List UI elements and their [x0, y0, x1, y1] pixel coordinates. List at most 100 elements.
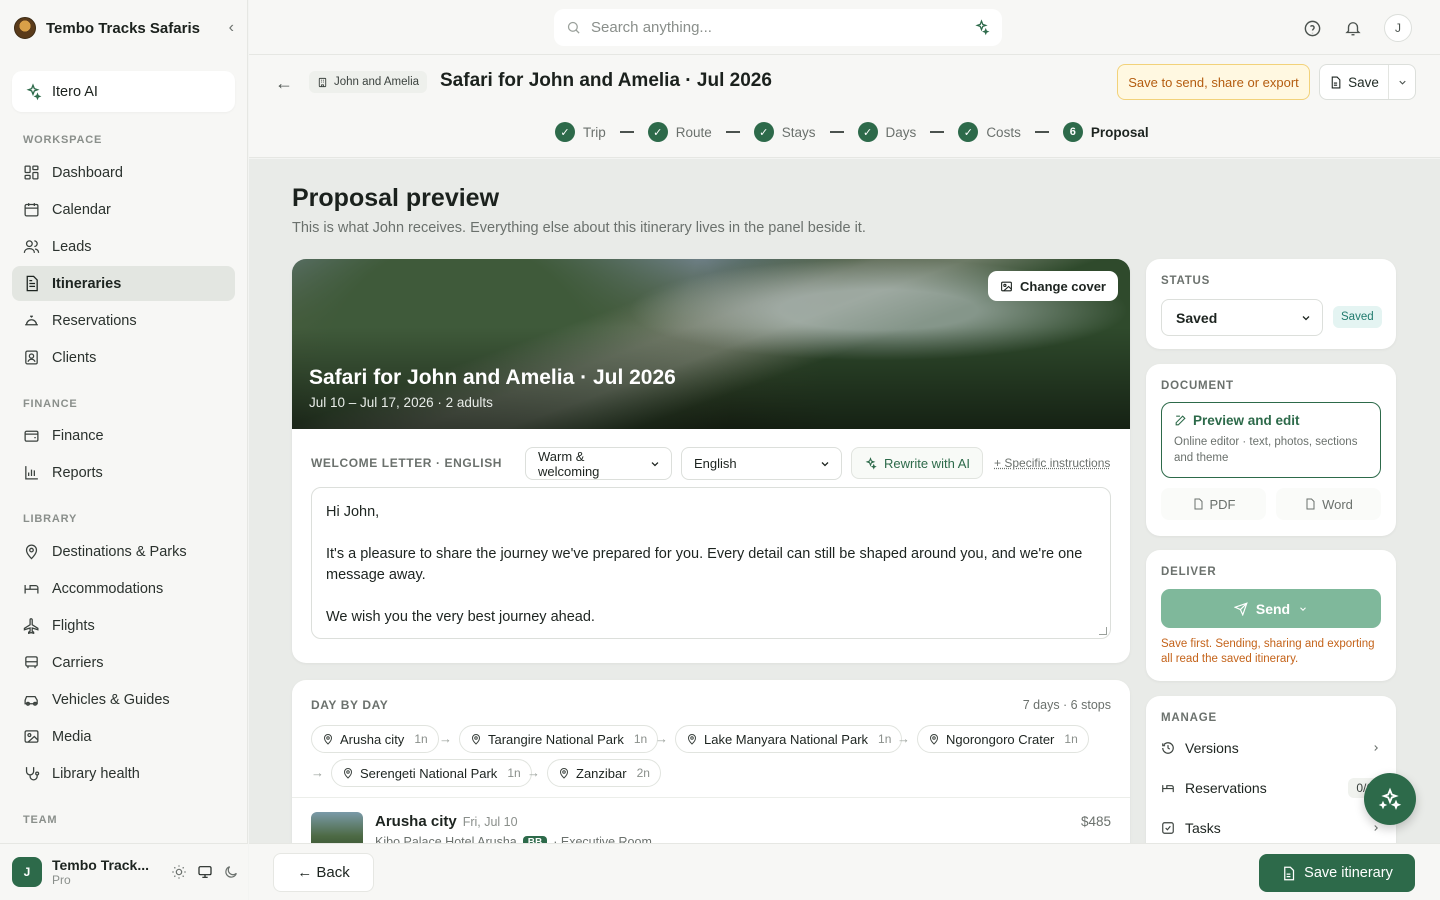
step-stays[interactable]: ✓ Stays	[753, 122, 816, 142]
stop-chip[interactable]: Zanzibar 2n	[547, 759, 661, 787]
steps: ✓ Trip ✓ Route ✓ Stays ✓ Days ✓ Costs 6 Propos…	[555, 122, 1149, 142]
itero-ai-button[interactable]: Itero AI	[12, 71, 235, 112]
avatar[interactable]: J	[12, 857, 42, 887]
stop-nights: 1n	[633, 732, 648, 746]
step-label: Route	[675, 124, 712, 140]
resize-handle-icon[interactable]	[1099, 627, 1107, 635]
reservations-row[interactable]: Reservations 0/6	[1161, 774, 1381, 802]
bus-icon	[25, 656, 38, 669]
step-route[interactable]: ✓ Route	[647, 122, 712, 142]
save-warning-button[interactable]: Save to send, share or export	[1117, 64, 1310, 100]
stop-chip[interactable]: Ngorongoro Crater 1n	[917, 725, 1089, 753]
search-bar[interactable]: Search anything...	[554, 9, 1002, 46]
word-button[interactable]: Word	[1276, 488, 1381, 520]
welcome-letter-textarea[interactable]: Hi John, It's a pleasure to share the jo…	[311, 487, 1111, 639]
check-icon: ✓	[958, 122, 979, 142]
stop-name: Lake Manyara National Park	[704, 731, 869, 747]
sidebar-item-label: Media	[52, 728, 92, 745]
check-icon: ✓	[753, 122, 774, 142]
check-icon: ✓	[647, 122, 668, 142]
collapse-sidebar-icon[interactable]: ‹	[229, 19, 234, 37]
preview-subtitle: Online editor · text, photos, sections a…	[1174, 436, 1358, 464]
stop-chip[interactable]: Lake Manyara National Park 1n	[675, 725, 903, 753]
tasks-row[interactable]: Tasks	[1161, 814, 1381, 842]
stop-chip[interactable]: Arusha city 1n	[311, 725, 439, 753]
bell-icon[interactable]	[1344, 19, 1362, 37]
preview-and-edit-button[interactable]: Preview and edit Online editor · text, p…	[1161, 402, 1381, 478]
sun-icon[interactable]	[171, 864, 187, 880]
status-badge: Saved	[1333, 306, 1382, 328]
stop-name: Ngorongoro Crater	[946, 731, 1055, 747]
sidebar-item-label: Leads	[52, 238, 92, 255]
sidebar-item-flights[interactable]: Flights	[12, 608, 235, 643]
sidebar-item-dashboard[interactable]: Dashboard	[12, 155, 235, 190]
pin-icon	[323, 734, 333, 745]
stepper: ✓ Trip ✓ Route ✓ Stays ✓ Days ✓ Costs 6 Propos…	[249, 110, 1440, 158]
stop-nights: 2n	[636, 766, 650, 780]
manage-title: MANAGE	[1161, 712, 1217, 724]
rewrite-with-ai-button[interactable]: Rewrite with AI	[851, 447, 983, 479]
language-select[interactable]: English	[681, 447, 842, 480]
pin-icon	[25, 544, 38, 560]
ai-assistant-fab[interactable]	[1364, 773, 1416, 825]
help-icon[interactable]	[1303, 19, 1322, 38]
account-footer: J Tembo Track... Pro	[0, 843, 248, 900]
send-button[interactable]: Send	[1161, 589, 1381, 628]
stop-name: Arusha city	[340, 731, 405, 747]
brand[interactable]: Tembo Tracks Safaris ‹	[14, 14, 234, 42]
save-button[interactable]: Save	[1320, 65, 1389, 99]
sidebar-item-label: Carriers	[52, 654, 104, 671]
client-chip[interactable]: John and Amelia	[309, 71, 428, 93]
day-title: Arusha city Fri, Jul 10	[375, 813, 518, 830]
sidebar-item-clients[interactable]: Clients	[12, 340, 235, 375]
tone-select[interactable]: Warm & welcoming	[525, 447, 672, 480]
bed-icon	[1162, 785, 1174, 793]
status-select[interactable]: Saved	[1161, 299, 1323, 336]
monitor-icon[interactable]	[197, 864, 213, 880]
sparkle-icon[interactable]	[973, 19, 990, 36]
sidebar-item-leads[interactable]: Leads	[12, 229, 235, 264]
sidebar-item-library-health[interactable]: Library health	[12, 756, 235, 791]
sidebar-item-accommodations[interactable]: Accommodations	[12, 571, 235, 606]
step-trip[interactable]: ✓ Trip	[555, 122, 606, 142]
sidebar-item-label: Library health	[52, 765, 140, 782]
back-button[interactable]: ← Back	[273, 853, 374, 892]
sidebar-item-itineraries[interactable]: Itineraries	[12, 266, 235, 301]
step-proposal[interactable]: 6 Proposal	[1062, 122, 1149, 142]
sidebar-item-label: Destinations & Parks	[52, 543, 187, 560]
sidebar-item-label: Reports	[52, 464, 103, 481]
pdf-button[interactable]: PDF	[1161, 488, 1266, 520]
send-label: Send	[1255, 600, 1291, 617]
sidebar-item-vehicles[interactable]: Vehicles & Guides	[12, 682, 235, 717]
sidebar-item-destinations[interactable]: Destinations & Parks	[12, 534, 235, 569]
sidebar-item-calendar[interactable]: Calendar	[12, 192, 235, 227]
sidebar-item-carriers[interactable]: Carriers	[12, 645, 235, 680]
car-icon	[24, 696, 38, 706]
specific-instructions-link[interactable]: + Specific instructions	[994, 456, 1110, 470]
sidebar-item-reservations[interactable]: Reservations	[12, 303, 235, 338]
save-itinerary-button[interactable]: Save itinerary	[1259, 854, 1415, 892]
sidebar-item-reports[interactable]: Reports	[12, 455, 235, 490]
sidebar-item-media[interactable]: Media	[12, 719, 235, 754]
step-costs[interactable]: ✓ Costs	[958, 122, 1021, 142]
tone-value: Warm & welcoming	[538, 448, 600, 479]
top-bar: Search anything... J	[249, 0, 1440, 55]
chevron-down-icon[interactable]	[1389, 77, 1415, 88]
sidebar-item-finance[interactable]: Finance	[12, 418, 235, 453]
sidebar-item-label: Flights	[52, 617, 95, 634]
stop-chip[interactable]: Tarangire National Park 1n	[459, 725, 659, 753]
itinerary-header: ← John and Amelia Safari for John and Am…	[249, 55, 1440, 110]
change-cover-button[interactable]: Change cover	[988, 271, 1118, 301]
brand-name: Tembo Tracks Safaris	[46, 19, 200, 37]
sidebar-item-label: Accommodations	[52, 580, 164, 597]
search-input[interactable]: Search anything...	[591, 19, 963, 36]
back-arrow-icon[interactable]: ←	[275, 73, 293, 94]
step-days[interactable]: ✓ Days	[857, 122, 916, 142]
versions-row[interactable]: Versions	[1161, 734, 1381, 762]
search-icon	[567, 21, 580, 34]
day-row[interactable]: Arusha city Fri, Jul 10 Kibo Palace Hotel…	[292, 797, 1130, 843]
user-avatar[interactable]: J	[1384, 14, 1412, 42]
moon-icon[interactable]	[223, 864, 239, 880]
account-info[interactable]: Tembo Track... Pro	[52, 857, 149, 887]
stop-chip[interactable]: Serengeti National Park 1n	[331, 759, 532, 787]
